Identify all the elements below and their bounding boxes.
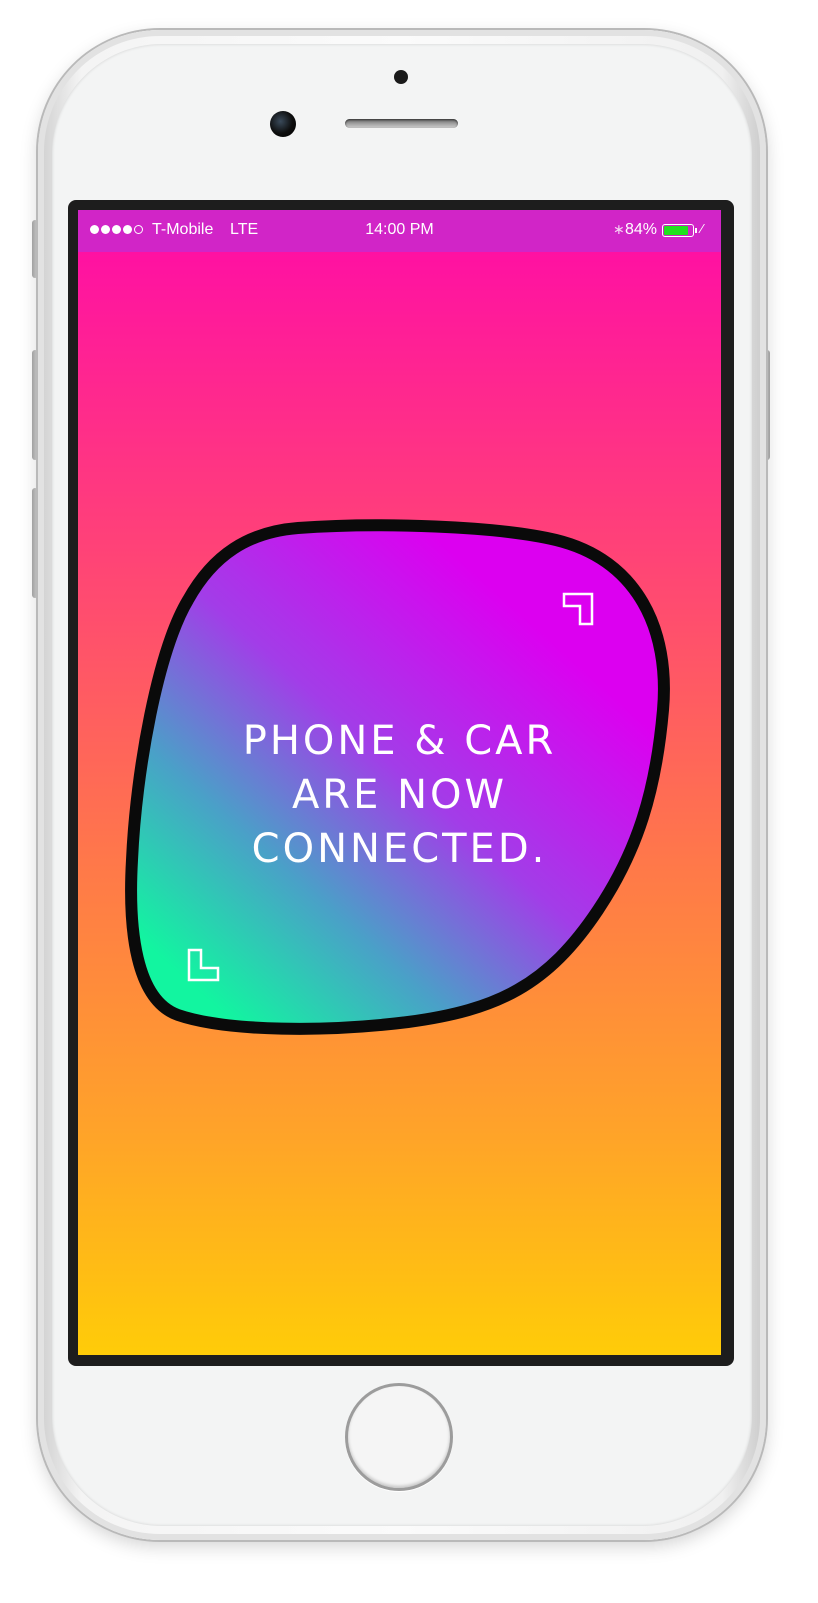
connection-message: PHONE & CAR ARE NOW CONNECTED. [178, 714, 621, 876]
app-screen[interactable]: T-Mobile LTE 14:00 PM ∗ 84% ⁄ PHONE & CA… [78, 210, 721, 1355]
front-camera-icon [270, 111, 296, 137]
message-line-1: PHONE & CAR [242, 718, 557, 764]
phone-mockup: T-Mobile LTE 14:00 PM ∗ 84% ⁄ PHONE & CA… [0, 0, 818, 1603]
proximity-sensor-icon [394, 70, 408, 84]
message-line-2: ARE NOW [291, 772, 508, 818]
home-button[interactable] [345, 1383, 453, 1491]
message-line-3: CONNECTED. [251, 826, 548, 872]
earpiece-speaker-icon [345, 119, 458, 128]
